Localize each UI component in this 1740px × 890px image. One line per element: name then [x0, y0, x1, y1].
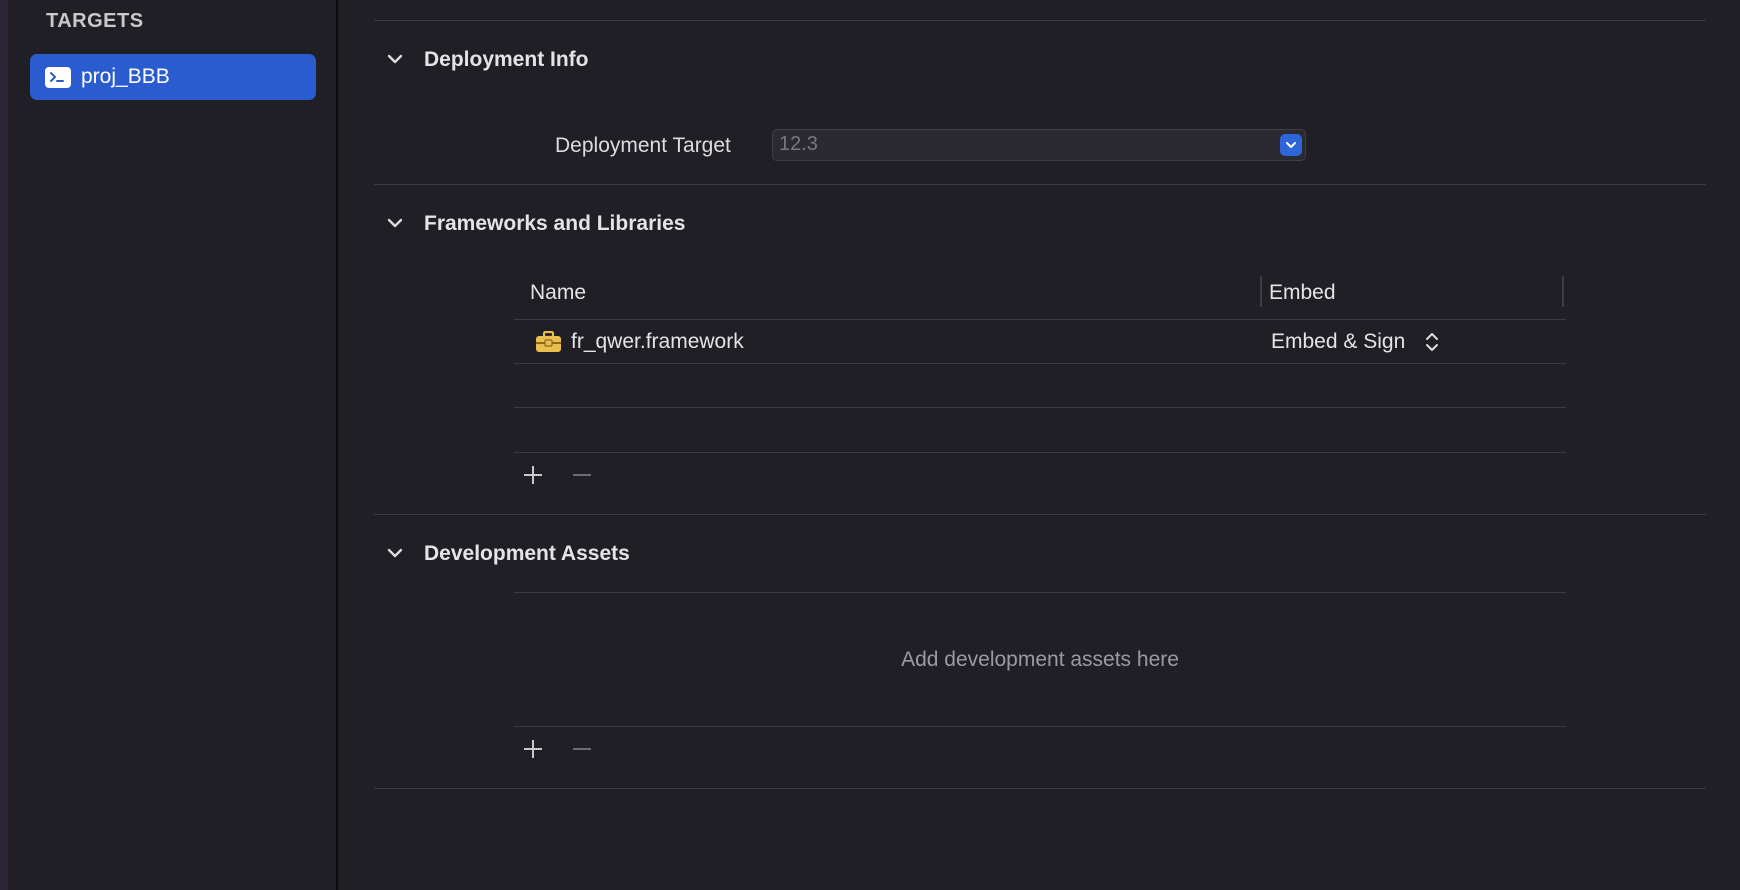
deployment-target-label: Deployment Target [555, 134, 731, 157]
window-edge [0, 0, 8, 890]
table-row-separator [514, 363, 1566, 364]
column-header-name[interactable]: Name [530, 281, 586, 305]
general-settings-panel: Deployment Info Deployment Target 12.3 F… [338, 0, 1740, 890]
divider [374, 514, 1706, 515]
assets-placeholder: Add development assets here [901, 648, 1179, 671]
divider [374, 20, 1706, 21]
terminal-icon [45, 66, 71, 88]
sidebar-item-proj-bbb[interactable]: proj_BBB [30, 54, 316, 100]
chevron-down-icon[interactable] [386, 547, 404, 559]
minus-icon[interactable] [569, 462, 595, 488]
chevron-down-icon[interactable] [386, 53, 404, 65]
table-row-separator [514, 407, 1566, 408]
section-title-frameworks[interactable]: Frameworks and Libraries [424, 212, 685, 236]
toolbox-icon [536, 331, 561, 352]
up-down-chevron-icon[interactable] [1424, 330, 1440, 354]
column-divider[interactable] [1562, 276, 1564, 307]
plus-icon[interactable] [520, 736, 546, 762]
column-divider[interactable] [1260, 276, 1262, 307]
targets-sidebar: TARGETS proj_BBB [8, 0, 338, 890]
embed-popup-button[interactable]: Embed & Sign [1271, 330, 1405, 354]
chevron-down-icon[interactable] [386, 217, 404, 229]
minus-icon[interactable] [569, 736, 595, 762]
divider [374, 788, 1706, 789]
table-bottom-line [514, 452, 1566, 453]
chevron-down-icon[interactable] [1280, 134, 1302, 156]
assets-top-line [514, 592, 1566, 593]
targets-header: TARGETS [46, 10, 144, 32]
divider [374, 184, 1706, 185]
column-header-embed[interactable]: Embed [1269, 281, 1336, 305]
deployment-target-value: 12.3 [779, 133, 818, 155]
deployment-target-select[interactable]: 12.3 [772, 129, 1306, 161]
table-header-separator [514, 319, 1566, 320]
plus-icon[interactable] [520, 462, 546, 488]
target-label: proj_BBB [81, 65, 170, 88]
section-title-deployment-info[interactable]: Deployment Info [424, 48, 589, 72]
assets-bottom-line [514, 726, 1566, 727]
framework-name: fr_qwer.framework [571, 330, 744, 353]
section-title-development-assets[interactable]: Development Assets [424, 542, 630, 566]
